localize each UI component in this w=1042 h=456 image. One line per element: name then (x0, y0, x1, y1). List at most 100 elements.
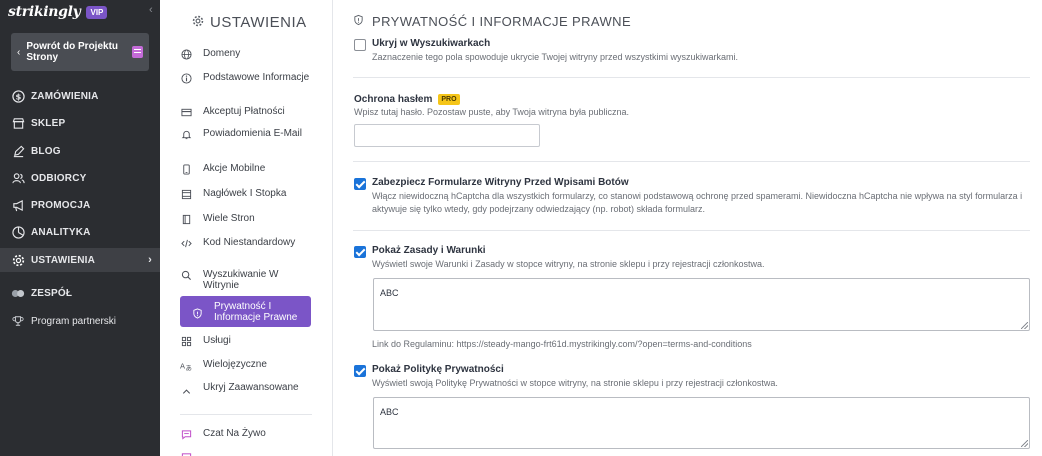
sidebar-item-audience[interactable]: ODBIORCY (0, 166, 160, 190)
team-icon (11, 286, 25, 300)
settings-item-label: Domeny (203, 48, 241, 59)
vip-badge: VIP (86, 5, 108, 19)
settings-item-label: Kod Niestandardowy (203, 237, 296, 248)
settings-item-cut-off[interactable] (180, 451, 312, 456)
resize-handle-icon[interactable] (1021, 322, 1028, 329)
privacy-checkbox[interactable] (354, 365, 366, 377)
terms-desc: Wyświetl swoje Warunki i Zasady w stopce… (372, 259, 765, 269)
layout-icon (180, 188, 192, 200)
password-title-text: Ochrona hasłem (354, 94, 433, 105)
grid-icon (180, 335, 192, 347)
settings-item-basic-info[interactable]: Podstawowe Informacje (180, 72, 312, 84)
sidebar-item-label: USTAWIENIA (31, 254, 96, 266)
settings-item-services[interactable]: Usługi (180, 335, 312, 347)
translate-icon: Aあ (180, 359, 192, 371)
sidebar-item-settings[interactable]: USTAWIENIA › (0, 248, 160, 272)
pages-icon (180, 213, 192, 225)
chevron-right-icon: › (148, 254, 152, 266)
shield-icon (353, 14, 364, 29)
sidebar-item-label: SKLEP (31, 117, 66, 129)
sidebar-item-analytics[interactable]: ANALITYKA (0, 220, 160, 244)
sidebar-item-partner-program[interactable]: Program partnerski (0, 309, 160, 333)
brand[interactable]: strikingly VIP (8, 3, 108, 21)
settings-item-label: Prywatność I Informacje Prawne (214, 301, 298, 323)
password-desc: Wpisz tutaj hasło. Pozostaw puste, aby T… (354, 107, 629, 117)
hide-search-checkbox[interactable] (354, 39, 366, 51)
bots-desc: Włącz niewidoczną hCaptcha dla wszystkic… (372, 191, 1023, 214)
bots-title: Zabezpiecz Formularze Witryny Przed Wpis… (372, 177, 629, 188)
chevron-up-icon (180, 385, 192, 397)
sidebar-item-label: ZESPÓŁ (31, 287, 73, 299)
settings-item-label: Wyszukiwanie W Witrynie (203, 269, 279, 291)
settings-item-label: Akceptuj Płatności (203, 106, 285, 117)
settings-title: USTAWIENIA (192, 14, 307, 31)
divider (353, 230, 1030, 231)
phone-icon (180, 163, 192, 175)
settings-item-live-chat[interactable]: Czat Na Żywo (180, 428, 312, 440)
settings-item-mobile-actions[interactable]: Akcje Mobilne (180, 163, 312, 175)
settings-item-payments[interactable]: Akceptuj Płatności (180, 106, 312, 118)
brand-logo: strikingly (8, 4, 81, 20)
shield-icon (191, 307, 203, 319)
hide-search-title: Ukryj w Wyszukiwarkach (372, 38, 491, 49)
dollar-icon: $ (11, 89, 25, 103)
privacy-desc: Wyświetl swoją Politykę Prywatności w st… (372, 378, 778, 388)
resize-handle-icon[interactable] (1021, 440, 1028, 447)
bell-icon (180, 128, 192, 140)
terms-textarea[interactable]: ABC (373, 278, 1030, 331)
settings-item-email-notifications[interactable]: Powiadomienia E-Mail (180, 128, 312, 140)
hide-search-desc: Zaznaczenie tego pola spowoduje ukrycie … (372, 52, 738, 62)
terms-checkbox[interactable] (354, 246, 366, 258)
settings-item-label: Akcje Mobilne (203, 163, 266, 174)
settings-item-multiple-pages[interactable]: Wiele Stron (180, 213, 312, 225)
settings-item-header-footer[interactable]: Nagłówek I Stopka (180, 188, 312, 200)
sidebar-item-team[interactable]: ZESPÓŁ (0, 281, 160, 305)
divider (353, 77, 1030, 78)
main-sidebar: strikingly VIP ‹ ‹ Powrót do Projektu St… (0, 0, 160, 456)
code-icon (180, 237, 192, 249)
password-input[interactable] (354, 124, 540, 147)
settings-item-label: Powiadomienia E-Mail (203, 128, 302, 139)
credit-card-icon (180, 106, 192, 118)
sidebar-item-blog[interactable]: BLOG (0, 139, 160, 163)
sidebar-item-label: Program partnerski (31, 315, 117, 327)
chat-icon (180, 428, 192, 440)
search-icon (180, 269, 192, 281)
analytics-icon (11, 225, 25, 239)
bots-checkbox[interactable] (354, 178, 366, 190)
password-title: Ochrona hasłem PRO (354, 94, 460, 105)
pages-icon (132, 46, 143, 58)
chevron-left-icon: ‹ (17, 46, 21, 58)
sidebar-item-label: ANALITYKA (31, 226, 91, 238)
globe-icon (180, 48, 192, 60)
sidebar-item-label: ZAMÓWIENIA (31, 90, 99, 102)
settings-item-hide-advanced[interactable]: Ukryj Zaawansowane (180, 382, 312, 397)
settings-item-domains[interactable]: Domeny (180, 48, 312, 60)
sidebar-item-label: PROMOCJA (31, 199, 91, 211)
divider (353, 161, 1030, 162)
collapse-sidebar-icon[interactable]: ‹ (149, 4, 153, 16)
sidebar-item-label: BLOG (31, 145, 61, 157)
page-title-text: PRYWATNOŚĆ I INFORMACJE PRAWNE (372, 14, 632, 29)
svg-text:あ: あ (186, 364, 192, 371)
sidebar-item-label: ODBIORCY (31, 172, 87, 184)
privacy-text: ABC (380, 407, 399, 417)
pro-badge: PRO (438, 94, 460, 105)
settings-item-site-search[interactable]: Wyszukiwanie W Witrynie (180, 269, 312, 291)
sidebar-item-orders[interactable]: $ ZAMÓWIENIA (0, 84, 160, 108)
trophy-icon (11, 314, 25, 328)
sidebar-item-store[interactable]: SKLEP (0, 111, 160, 135)
settings-item-label: Nagłówek I Stopka (203, 188, 287, 199)
settings-item-multilingual[interactable]: Aあ Wielojęzyczne (180, 359, 312, 371)
main-content: PRYWATNOŚĆ I INFORMACJE PRAWNE Ukryj w W… (333, 0, 1042, 456)
back-to-project-button[interactable]: ‹ Powrót do Projektu Strony (11, 33, 149, 71)
svg-text:$: $ (15, 91, 21, 101)
sidebar-item-promotion[interactable]: PROMOCJA (0, 193, 160, 217)
settings-title-text: USTAWIENIA (210, 14, 307, 31)
settings-item-label: Wiele Stron (203, 213, 255, 224)
settings-item-privacy-legal[interactable]: Prywatność I Informacje Prawne (180, 296, 311, 327)
settings-item-custom-code[interactable]: Kod Niestandardowy (180, 237, 312, 249)
megaphone-icon (11, 198, 25, 212)
gear-icon (11, 253, 25, 267)
privacy-textarea[interactable]: ABC (373, 397, 1030, 449)
